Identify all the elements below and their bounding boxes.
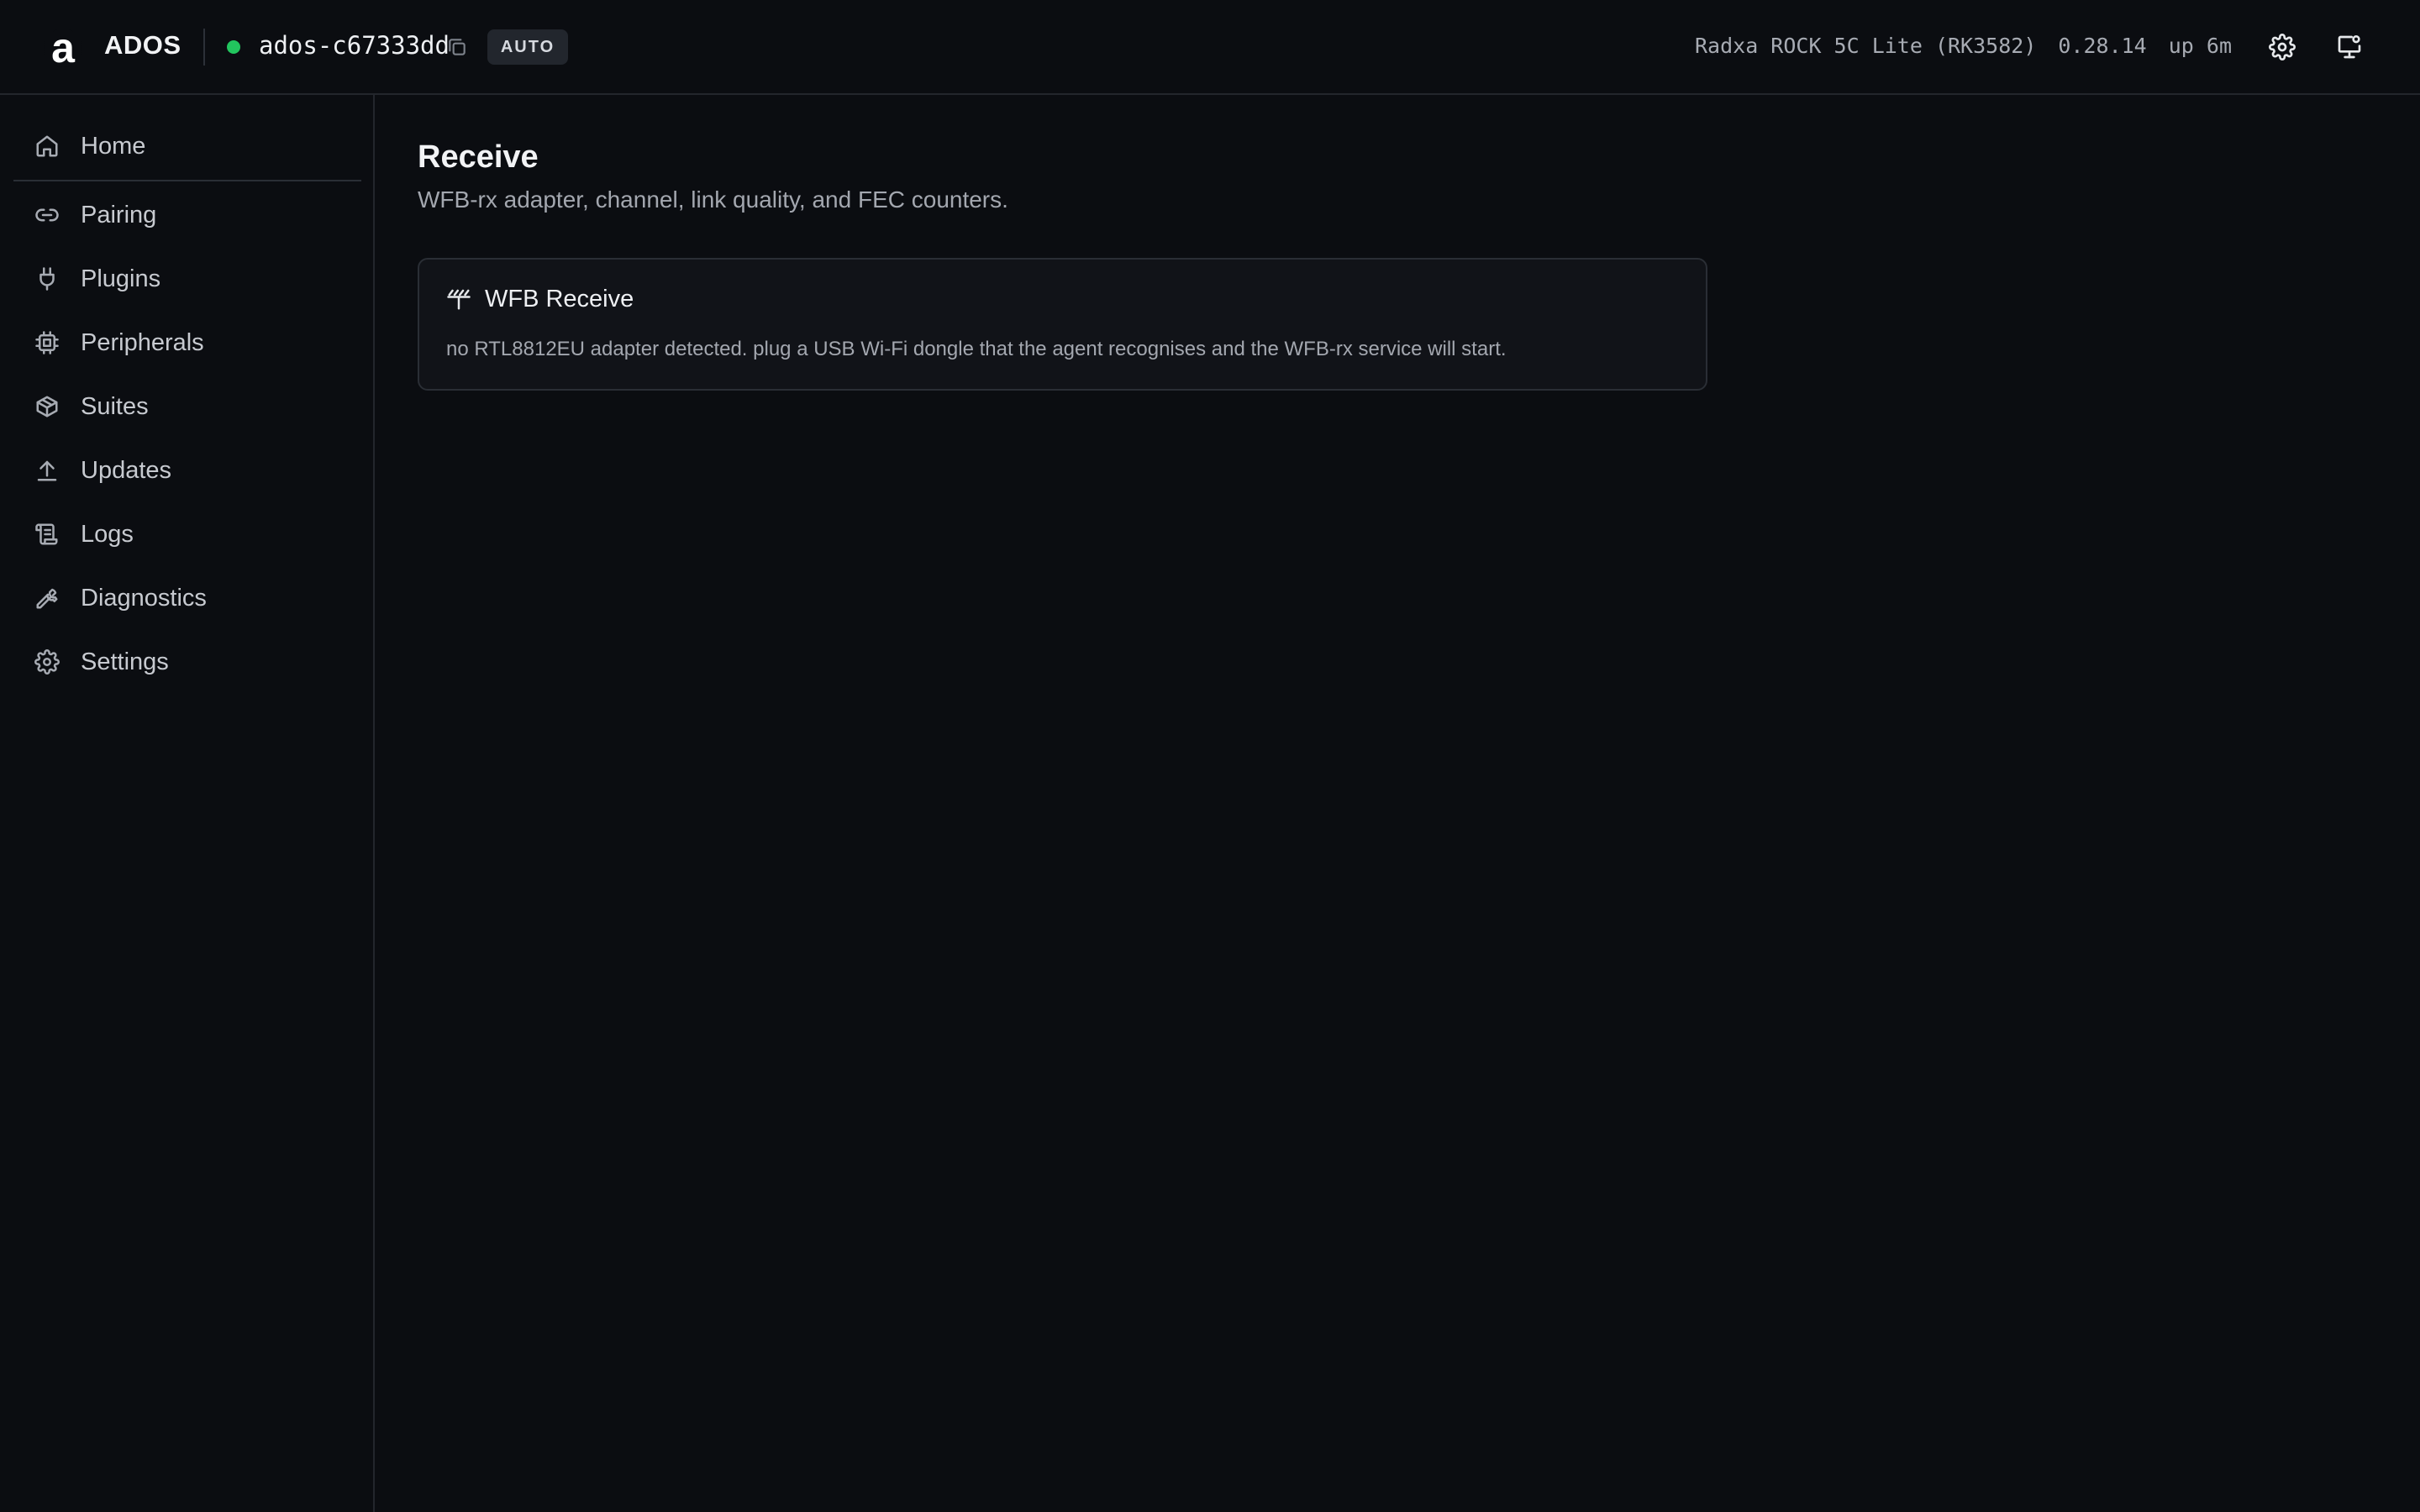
- sidebar-item-suites[interactable]: Suites: [0, 381, 375, 432]
- sidebar-item-label: Logs: [81, 520, 134, 548]
- top-header: a ADOS ados-c67333dd AUTO Radxa ROCK 5C …: [0, 0, 2420, 95]
- status-dot: [227, 40, 240, 54]
- sidebar-divider: [13, 180, 361, 181]
- device-id: ados-c67333dd: [259, 31, 450, 60]
- header-divider: [203, 29, 205, 66]
- monitor-icon: [2338, 35, 2361, 59]
- device-info: Radxa ROCK 5C Lite (RK3582) 0.28.14 up 6…: [1695, 34, 2232, 58]
- gear-icon: [2269, 34, 2296, 60]
- sidebar-item-label: Pairing: [81, 201, 157, 228]
- header-settings-button[interactable]: [2265, 30, 2299, 64]
- gear-icon: [34, 648, 60, 675]
- sidebar-item-label: Plugins: [81, 265, 161, 292]
- sidebar-item-updates[interactable]: Updates: [0, 445, 375, 496]
- sidebar-item-peripherals[interactable]: Peripherals: [0, 318, 375, 368]
- sidebar-item-label: Suites: [81, 392, 149, 420]
- card-title: WFB Receive: [485, 286, 634, 312]
- sidebar-item-label: Peripherals: [81, 328, 204, 356]
- upload-icon: [34, 457, 60, 484]
- sidebar: Home Pairing Plugins Peripherals Suites …: [0, 95, 375, 1512]
- plug-icon: [34, 265, 60, 292]
- page-subtitle: WFB-rx adapter, channel, link quality, a…: [418, 186, 1008, 213]
- copy-icon[interactable]: [446, 36, 468, 58]
- sidebar-item-label: Settings: [81, 648, 169, 675]
- package-icon: [34, 393, 60, 420]
- app-logo[interactable]: a: [44, 27, 82, 69]
- page-title: Receive: [418, 139, 539, 175]
- wfb-receive-card: WFB Receive no RTL8812EU adapter detecte…: [418, 258, 1707, 391]
- wrench-icon: [34, 585, 60, 612]
- uptime: up 6m: [2168, 34, 2232, 58]
- header-display-button[interactable]: [2333, 30, 2366, 64]
- sidebar-item-settings[interactable]: Settings: [0, 637, 375, 687]
- card-message: no RTL8812EU adapter detected. plug a US…: [446, 338, 1507, 360]
- sidebar-item-plugins[interactable]: Plugins: [0, 254, 375, 304]
- sidebar-item-label: Home: [81, 132, 146, 160]
- board-name: Radxa ROCK 5C Lite (RK3582): [1694, 34, 2037, 58]
- antenna-icon: [446, 286, 471, 312]
- sidebar-item-home[interactable]: Home: [0, 121, 375, 171]
- link-icon: [34, 202, 60, 228]
- sidebar-item-logs[interactable]: Logs: [0, 509, 375, 559]
- chip-icon: [34, 329, 60, 356]
- scroll-icon: [34, 521, 60, 548]
- brand-name: ADOS: [104, 30, 182, 60]
- agent-version: 0.28.14: [2058, 34, 2147, 58]
- mode-badge: AUTO: [487, 29, 568, 65]
- sidebar-item-label: Updates: [81, 456, 172, 484]
- sidebar-item-diagnostics[interactable]: Diagnostics: [0, 573, 375, 623]
- sidebar-item-label: Diagnostics: [81, 584, 207, 612]
- sidebar-item-pairing[interactable]: Pairing: [0, 190, 375, 240]
- home-icon: [34, 133, 60, 160]
